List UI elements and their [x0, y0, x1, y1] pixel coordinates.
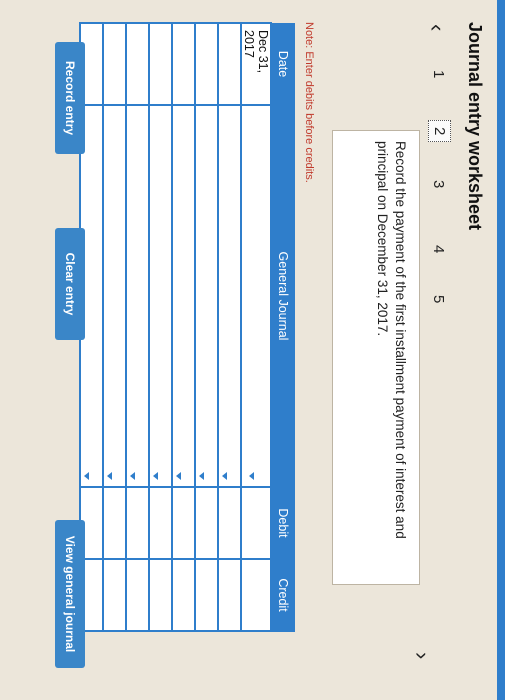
table-row	[103, 23, 126, 631]
table-row	[149, 23, 172, 631]
clear-entry-button[interactable]: Clear entry	[55, 228, 85, 340]
step-4[interactable]: 4	[430, 245, 447, 253]
chevron-right-icon[interactable]: ›	[409, 652, 435, 659]
journal-worksheet-panel: Journal entry worksheet ‹ 1 2 3 4 5 › Re…	[0, 0, 505, 700]
step-2[interactable]: 2	[428, 120, 451, 143]
date-cell[interactable]	[126, 23, 149, 105]
dropdown-caret-icon[interactable]	[153, 472, 159, 480]
table-row	[195, 23, 218, 631]
dropdown-caret-icon[interactable]	[130, 472, 136, 480]
date-cell[interactable]	[149, 23, 172, 105]
date-cell[interactable]	[218, 23, 241, 105]
credit-cell[interactable]	[149, 559, 172, 631]
credit-cell[interactable]	[241, 559, 271, 631]
record-entry-button[interactable]: Record entry	[55, 42, 85, 154]
debit-cell[interactable]	[149, 487, 172, 559]
account-cell[interactable]	[149, 105, 172, 487]
debit-cell[interactable]	[195, 487, 218, 559]
header-general-journal: General Journal	[271, 105, 295, 487]
top-accent-bar	[497, 0, 505, 700]
table-header-row: Date General Journal Debit Credit	[271, 23, 295, 631]
account-cell[interactable]	[103, 105, 126, 487]
table-row	[172, 23, 195, 631]
table-row	[218, 23, 241, 631]
credit-cell[interactable]	[195, 559, 218, 631]
view-general-journal-button[interactable]: View general journal	[55, 520, 85, 668]
instruction-text: Record the payment of the first installm…	[332, 130, 420, 585]
credit-cell[interactable]	[218, 559, 241, 631]
account-cell[interactable]	[218, 105, 241, 487]
step-5[interactable]: 5	[430, 295, 447, 303]
debit-cell[interactable]	[126, 487, 149, 559]
page-title: Journal entry worksheet	[465, 22, 485, 231]
account-cell[interactable]	[241, 105, 271, 487]
step-3[interactable]: 3	[430, 180, 447, 188]
dropdown-caret-icon[interactable]	[84, 472, 90, 480]
step-1[interactable]: 1	[430, 70, 447, 78]
credit-cell[interactable]	[126, 559, 149, 631]
dropdown-caret-icon[interactable]	[222, 472, 228, 480]
credit-cell[interactable]	[103, 559, 126, 631]
dropdown-caret-icon[interactable]	[199, 472, 205, 480]
journal-table: Date General Journal Debit Credit Dec 31…	[79, 22, 295, 632]
date-cell[interactable]	[172, 23, 195, 105]
header-debit: Debit	[271, 487, 295, 559]
debit-cell[interactable]	[172, 487, 195, 559]
date-cell[interactable]	[103, 23, 126, 105]
account-cell[interactable]	[126, 105, 149, 487]
header-date: Date	[271, 23, 295, 105]
note-text: Note: Enter debits before credits.	[303, 22, 315, 183]
debit-cell[interactable]	[241, 487, 271, 559]
credit-cell[interactable]	[172, 559, 195, 631]
dropdown-caret-icon[interactable]	[176, 472, 182, 480]
debit-cell[interactable]	[218, 487, 241, 559]
dropdown-caret-icon[interactable]	[107, 472, 113, 480]
debit-cell[interactable]	[103, 487, 126, 559]
date-cell[interactable]: Dec 31, 2017	[241, 23, 271, 105]
header-credit: Credit	[271, 559, 295, 631]
dropdown-caret-icon[interactable]	[249, 472, 254, 480]
date-cell[interactable]	[195, 23, 218, 105]
account-cell[interactable]	[195, 105, 218, 487]
table-row: Dec 31, 2017	[241, 23, 271, 631]
table-row	[126, 23, 149, 631]
chevron-left-icon[interactable]: ‹	[424, 24, 450, 31]
account-cell[interactable]	[172, 105, 195, 487]
